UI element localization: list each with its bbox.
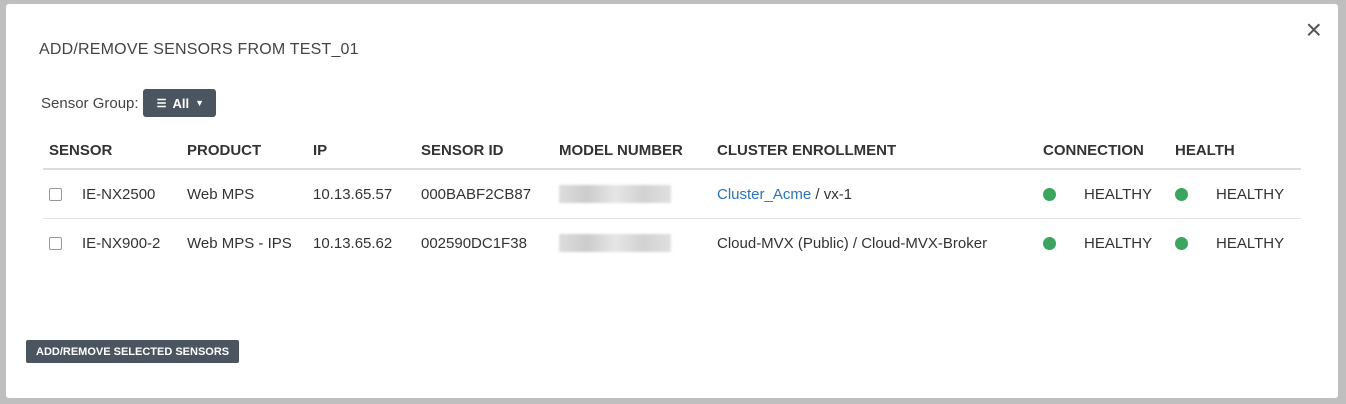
close-icon[interactable]: × (1306, 16, 1322, 44)
health-cell: HEALTHY (1169, 219, 1301, 268)
cluster-cell: Cloud-MVX (Public) / Cloud-MVX-Broker (711, 219, 1037, 268)
health-status: HEALTHY (1216, 185, 1285, 203)
redacted-model-number (559, 234, 671, 253)
add-remove-selected-button[interactable]: ADD/REMOVE SELECTED SENSORS (26, 340, 240, 363)
header-product[interactable]: PRODUCT (181, 132, 307, 170)
table-row: IE-NX900-2 Web MPS - IPS 10.13.65.62 002… (43, 219, 1301, 268)
sensor-name: IE-NX900-2 (82, 234, 161, 252)
cluster-text: Cloud-MVX (Public) / Cloud-MVX-Broker (717, 234, 988, 252)
row-checkbox[interactable] (49, 237, 62, 251)
health-status: HEALTHY (1216, 234, 1285, 252)
sensor-modal: × ADD/REMOVE SENSORS FROM TEST_01 Sensor… (6, 4, 1338, 398)
sensor-group-filter: Sensor Group: ☰ All ▼ (41, 89, 216, 117)
modal-title: ADD/REMOVE SENSORS FROM TEST_01 (39, 41, 359, 58)
table-header-row: SENSOR PRODUCT IP SENSOR ID MODEL NUMBER… (43, 132, 1301, 170)
status-dot-icon (1175, 188, 1188, 202)
ip-cell: 10.13.65.62 (313, 234, 393, 252)
redacted-model-number (559, 185, 671, 204)
sensor-id-cell: 000BABF2CB87 (415, 169, 553, 219)
sensor-name: IE-NX2500 (82, 185, 156, 203)
product-cell: Web MPS (181, 169, 307, 219)
connection-cell: HEALTHY (1037, 169, 1169, 219)
sensor-group-label: Sensor Group: (41, 94, 139, 112)
model-number-cell (553, 219, 711, 268)
header-sensor[interactable]: SENSOR (43, 132, 181, 170)
status-dot-icon (1043, 188, 1056, 202)
table-row: IE-NX2500 Web MPS 10.13.65.57 000BABF2CB… (43, 169, 1301, 219)
row-checkbox[interactable] (49, 188, 62, 202)
connection-status: HEALTHY (1084, 185, 1153, 203)
sensor-group-value: All (172, 95, 190, 111)
header-cluster-enrollment[interactable]: CLUSTER ENROLLMENT (711, 132, 1037, 170)
health-cell: HEALTHY (1169, 169, 1301, 219)
header-ip[interactable]: IP (307, 132, 415, 170)
sensor-id-cell: 002590DC1F38 (421, 234, 527, 252)
connection-cell: HEALTHY (1037, 219, 1169, 268)
ip-cell: 10.13.65.57 (307, 169, 415, 219)
status-dot-icon (1175, 237, 1188, 251)
connection-status: HEALTHY (1084, 234, 1153, 252)
sensor-group-dropdown[interactable]: ☰ All ▼ (142, 89, 216, 117)
model-number-cell (553, 169, 711, 219)
header-model-number[interactable]: MODEL NUMBER (553, 132, 711, 170)
cluster-cell: Cluster_Acme / vx-1 (711, 169, 1037, 219)
header-connection[interactable]: CONNECTION (1037, 132, 1169, 170)
product-cell: Web MPS - IPS (187, 234, 292, 252)
header-sensor-id[interactable]: SENSOR ID (415, 132, 553, 170)
status-dot-icon (1043, 237, 1056, 251)
header-health[interactable]: HEALTH (1169, 132, 1301, 170)
cluster-suffix: / vx-1 (811, 185, 853, 203)
sensor-cell: IE-NX2500 (43, 169, 181, 219)
caret-down-icon: ▼ (195, 98, 204, 108)
cluster-link[interactable]: Cluster_Acme (717, 186, 811, 203)
sensor-table: SENSOR PRODUCT IP SENSOR ID MODEL NUMBER… (43, 132, 1301, 267)
list-icon: ☰ (156, 97, 167, 110)
sensor-cell: IE-NX900-2 (43, 219, 181, 268)
